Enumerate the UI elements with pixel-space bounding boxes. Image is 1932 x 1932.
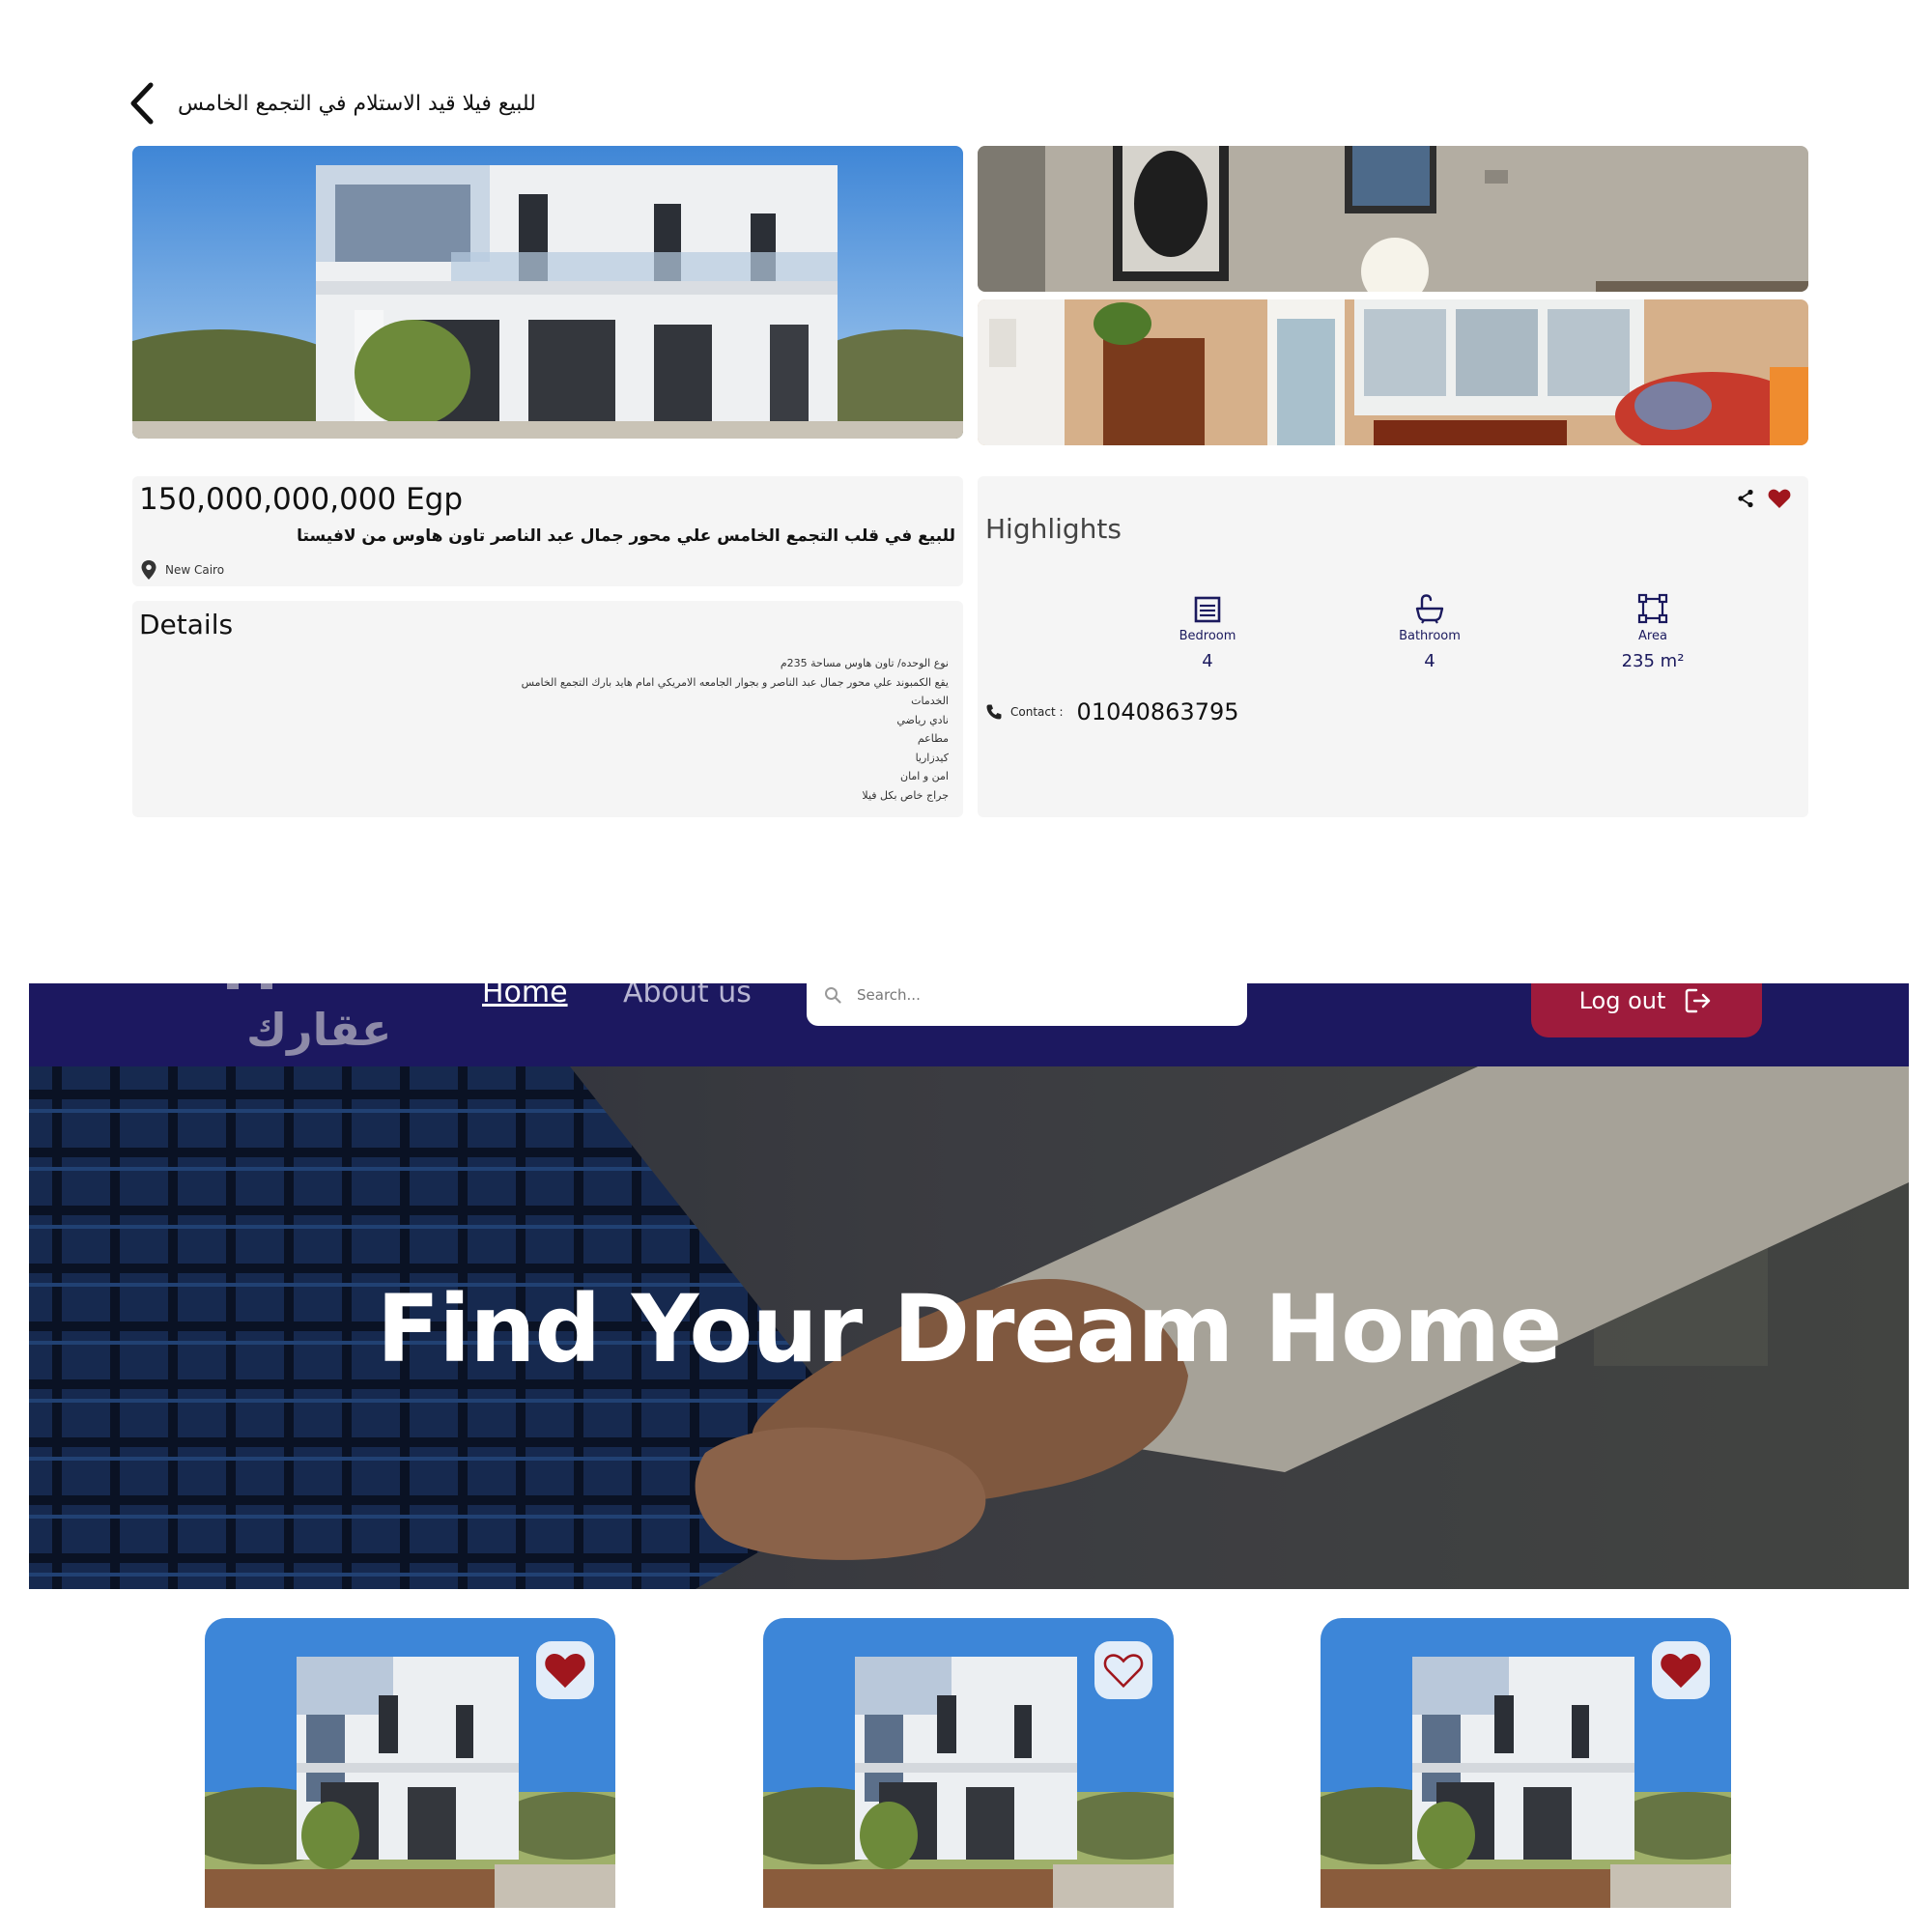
details-line: جراج خاص بكل فيلا [862,788,949,802]
nav-home-link[interactable]: Home [482,983,568,1009]
favorite-button[interactable] [1094,1641,1152,1699]
interior-photo-2[interactable] [978,299,1808,445]
area-icon [1637,593,1668,624]
page-header: للبيع فيلا قيد الاستلام في التجمع الخامس [126,79,705,128]
bathtub-icon [1415,594,1444,624]
location: New Cairo [140,559,224,581]
area-label: Area [1638,629,1667,643]
search-input[interactable] [857,986,1205,1004]
hero-title: Find Your Dream Home [376,1275,1563,1383]
details-line: كيدزاريا [915,751,949,764]
logo-mark-icon [227,983,272,989]
navbar: عقارك Home About us Log out [29,983,1909,1066]
price: 150,000,000,000 Egp [139,482,464,517]
details-line: الخدمات [911,695,949,707]
heart-filled-icon [545,1654,585,1689]
logout-icon [1686,988,1711,1013]
page-title: للبيع فيلا قيد الاستلام في التجمع الخامس [178,91,536,116]
property-card[interactable] [763,1618,1174,1908]
interior-photo-1[interactable] [978,146,1808,292]
contact-number[interactable]: 01040863795 [1077,698,1239,725]
feature-area: Area 235 m² [1595,592,1711,671]
heart-outline-icon [1103,1654,1144,1689]
bedroom-label: Bedroom [1179,629,1236,643]
bed-icon [1194,596,1221,623]
search-bar[interactable] [807,983,1247,1026]
logout-label: Log out [1578,987,1666,1014]
feature-bathroom: Bathroom 4 [1372,592,1488,671]
favorite-heart-icon[interactable] [1768,488,1791,509]
favorite-button[interactable] [536,1641,594,1699]
location-pin-icon [141,560,156,580]
location-label: New Cairo [165,563,225,577]
details-line: يقع الكمبوند علي محور جمال عبد الناصر و … [521,675,949,689]
logo-text: عقارك [246,1004,392,1056]
feature-bedroom: Bedroom 4 [1150,592,1265,671]
details-line: مطاعم [917,732,949,745]
share-icon[interactable] [1737,489,1754,508]
highlights-heading: Highlights [985,513,1122,545]
phone-icon [986,704,1002,720]
price-card: 150,000,000,000 Egp للبيع في قلب التجمع … [132,476,963,586]
highlights-card: Highlights Bedroom 4 Bathroom 4 Area 235… [978,476,1808,817]
details-list: نوع الوحده/ تاون هاوس مساحة 235م يقع الك… [522,654,949,805]
favorite-button[interactable] [1652,1641,1710,1699]
contact-row: Contact : 01040863795 [985,698,1239,725]
bathroom-value: 4 [1424,651,1435,671]
property-card[interactable] [1321,1618,1731,1908]
heart-filled-icon [1661,1654,1701,1689]
bathroom-label: Bathroom [1399,629,1461,643]
nav-about-link[interactable]: About us [623,983,752,1009]
area-value: 235 m² [1621,651,1685,671]
contact-label: Contact : [1010,705,1064,719]
details-line: نوع الوحده/ تاون هاوس مساحة 235م [780,657,949,669]
back-chevron-icon[interactable] [126,81,160,126]
listing-title: للبيع في قلب التجمع الخامس علي محور جمال… [297,526,955,546]
property-card[interactable] [205,1618,615,1908]
details-heading: Details [139,609,234,640]
search-icon [825,987,841,1004]
details-card: Details نوع الوحده/ تاون هاوس مساحة 235م… [132,601,963,817]
hero-banner: Find Your Dream Home [29,1066,1909,1589]
listing-actions [1737,488,1791,509]
logout-button[interactable]: Log out [1531,983,1762,1037]
main-property-photo[interactable] [132,146,963,439]
details-line: امن و امان [899,770,949,782]
bedroom-value: 4 [1202,651,1213,671]
details-line: نادي رياضي [896,713,949,726]
logo[interactable]: عقارك [217,983,391,1062]
